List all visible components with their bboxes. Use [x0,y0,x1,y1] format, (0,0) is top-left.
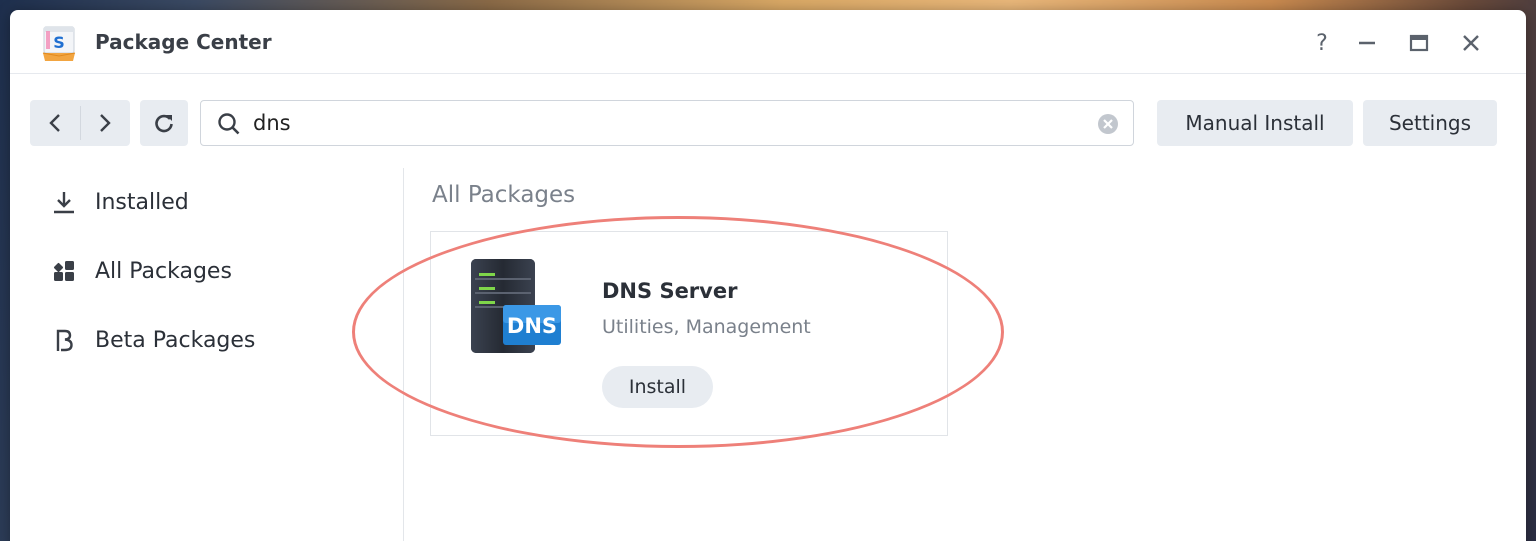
grid-icon [50,257,78,285]
sidebar: Installed All Packages Beta Packages [10,168,404,541]
package-card-dns-server[interactable]: DNS DNS Server Utilities, Management Ins… [430,231,948,436]
search-box [200,100,1134,146]
main-content: All Packages DNS DNS Server Utilities, M… [405,168,1526,541]
sidebar-item-beta-packages[interactable]: Beta Packages [50,320,370,360]
search-icon [218,113,240,135]
chevron-right-icon [100,114,111,132]
clear-search-icon[interactable] [1097,113,1119,135]
manual-install-button[interactable]: Manual Install [1157,100,1353,146]
settings-button[interactable]: Settings [1363,100,1497,146]
chevron-left-icon [49,114,60,132]
maximize-icon[interactable] [1404,28,1434,58]
package-center-app-icon: S [42,26,76,61]
dns-server-icon: DNS [471,259,561,353]
sidebar-item-label: Beta Packages [95,327,256,353]
package-center-window: S Package Center ? dns Manual Install Se… [10,10,1526,541]
dns-badge-text: DNS [507,314,557,338]
download-icon [50,188,78,216]
close-icon[interactable] [1456,28,1486,58]
sidebar-item-installed[interactable]: Installed [50,182,370,222]
refresh-button[interactable] [140,100,188,146]
title-bar: S Package Center ? [10,10,1526,74]
svg-text:S: S [53,33,65,52]
search-input[interactable] [253,109,1073,137]
beta-icon [50,326,78,354]
refresh-icon [155,114,173,133]
sidebar-item-label: All Packages [95,258,232,284]
back-button[interactable] [30,100,80,146]
forward-button[interactable] [81,100,131,146]
help-icon[interactable]: ? [1307,28,1337,58]
package-name: DNS Server [602,279,738,303]
install-button[interactable]: Install [602,366,713,408]
toolbar: Manual Install Settings [10,100,1526,148]
minimize-icon[interactable] [1352,28,1382,58]
nav-buttons [30,100,130,146]
package-category: Utilities, Management [602,316,811,338]
window-title: Package Center [95,30,272,54]
sidebar-item-all-packages[interactable]: All Packages [50,251,370,291]
sidebar-item-label: Installed [95,189,189,215]
section-title: All Packages [432,182,576,208]
